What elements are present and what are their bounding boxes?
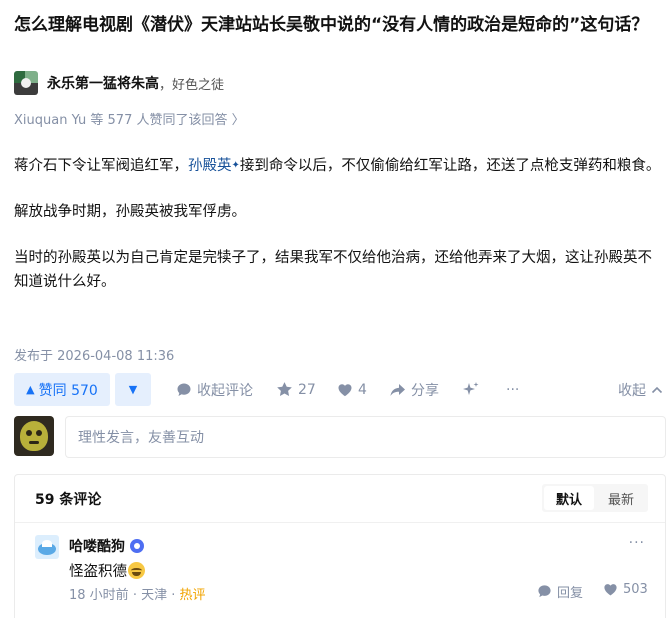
like-button[interactable]: 4 [337,373,367,406]
comments-header: 59 条评论 默认 最新 [15,475,665,523]
heart-icon [604,584,617,596]
comment-input[interactable]: 理性发言，友善互动 [65,416,666,458]
comment-icon [177,383,191,396]
comment-location: 天津 [141,588,168,603]
more-button[interactable]: ··· [506,373,519,406]
comment-text: 怪盗积德 [69,564,127,580]
comment-like-count: 503 [623,582,648,597]
author-row: 永乐第一猛将朱高 ，好色之徒 [14,71,224,95]
sparkle-icon: ✦ [231,160,240,171]
downvote-button[interactable]: ▼ [115,373,151,406]
answer-paragraph: 当时的孙殿英以为自己肯定是完犊子了，结果我军不仅给他治病，还给他弄来了大烟，这让… [14,250,652,290]
upvote-button[interactable]: ▲ 赞同 570 [14,373,110,406]
hot-comment-tag: 热评 [179,588,206,603]
grin-emoji-icon [128,562,145,579]
commenter-avatar[interactable] [35,535,59,559]
question-title[interactable]: 怎么理解电视剧《潜伏》天津站站长吴敬中说的“没有人情的政治是短命的”这句话？ [14,12,662,39]
chevron-up-icon [651,386,663,393]
sparkle-icon [463,381,479,395]
like-count: 4 [358,381,367,398]
upvoters-link[interactable]: Xiuquan Yu 等 577 人赞同了该回答 〉 [14,109,245,128]
reply-label: 回复 [557,586,584,601]
comments-toggle-label: 收起评论 [197,382,253,399]
comment-input-placeholder: 理性发言，友善互动 [78,430,204,446]
triangle-up-icon: ▲ [26,383,35,396]
answer-text: 接到命令以后，不仅偷偷给红军让路，还送了点枪支弹药和粮食。 [239,158,661,174]
author-name[interactable]: 永乐第一猛将朱高 [47,73,159,93]
triangle-down-icon: ▼ [128,383,138,396]
verified-badge-icon [130,539,144,553]
commenter-name[interactable]: 哈喽酷狗 [69,536,125,556]
commenter-name-row: 哈喽酷狗 [69,536,144,556]
current-user-avatar[interactable] [14,416,54,456]
ai-sparkle-button[interactable] [462,373,485,406]
comment-sort-toggle: 默认 最新 [542,484,648,512]
collapse-label: 收起 [618,382,646,399]
favorite-count: 27 [298,381,316,398]
publish-time: 发布于 2026-04-08 11:36 [14,349,175,364]
answer-text: 蒋介石下令让军阀追红军， [14,158,188,174]
upvote-label: 赞同 570 [38,382,98,399]
favorite-button[interactable]: 27 [276,373,316,406]
collapse-button[interactable]: 收起 [618,373,664,406]
sort-default-button[interactable]: 默认 [544,486,594,510]
comment-reply-button[interactable]: 回复 [537,582,583,601]
author-bio: ，好色之徒 [159,77,225,93]
comment-icon [538,585,551,598]
share-label: 分享 [411,382,439,399]
share-arrow-icon [390,383,405,396]
sort-latest-button[interactable]: 最新 [596,486,646,510]
author-avatar[interactable] [14,71,38,95]
comment-text-row: 怪盗积德 [69,560,145,581]
comments-toggle-button[interactable]: 收起评论 [176,373,253,406]
person-link[interactable]: 孙殿英 [188,158,232,174]
more-label: ··· [506,381,520,398]
share-button[interactable]: 分享 [389,373,439,406]
comment-meta: 18 小时前 · 天津 · 热评 [69,588,206,603]
comment-more-button[interactable]: ··· [629,535,645,551]
comment-like-button[interactable]: 503 [603,582,648,597]
heart-icon [338,383,352,396]
answer-paragraph: 蒋介石下令让军阀追红军，孙殿英✦接到命令以后，不仅偷偷给红军让路，还送了点枪支弹… [14,154,664,178]
comment-time: 18 小时前 [69,588,129,603]
comments-panel: 59 条评论 默认 最新 哈喽酷狗 怪盗积德 18 小时前 · 天津 · 热评 … [14,474,666,618]
star-icon [277,382,292,396]
answer-content: 蒋介石下令让军阀追红军，孙殿英✦接到命令以后，不仅偷偷给红军让路，还送了点枪支弹… [14,154,664,316]
comment-item: 哈喽酷狗 怪盗积德 18 小时前 · 天津 · 热评 ··· 回复 503 [15,525,665,605]
comments-count: 59 条评论 [35,492,102,508]
answer-paragraph: 解放战争时期，孙殿英被我军俘虏。 [14,204,246,220]
action-bar: ▲ 赞同 570 ▼ 收起评论 27 4 分享 ··· 收起 [14,373,664,407]
